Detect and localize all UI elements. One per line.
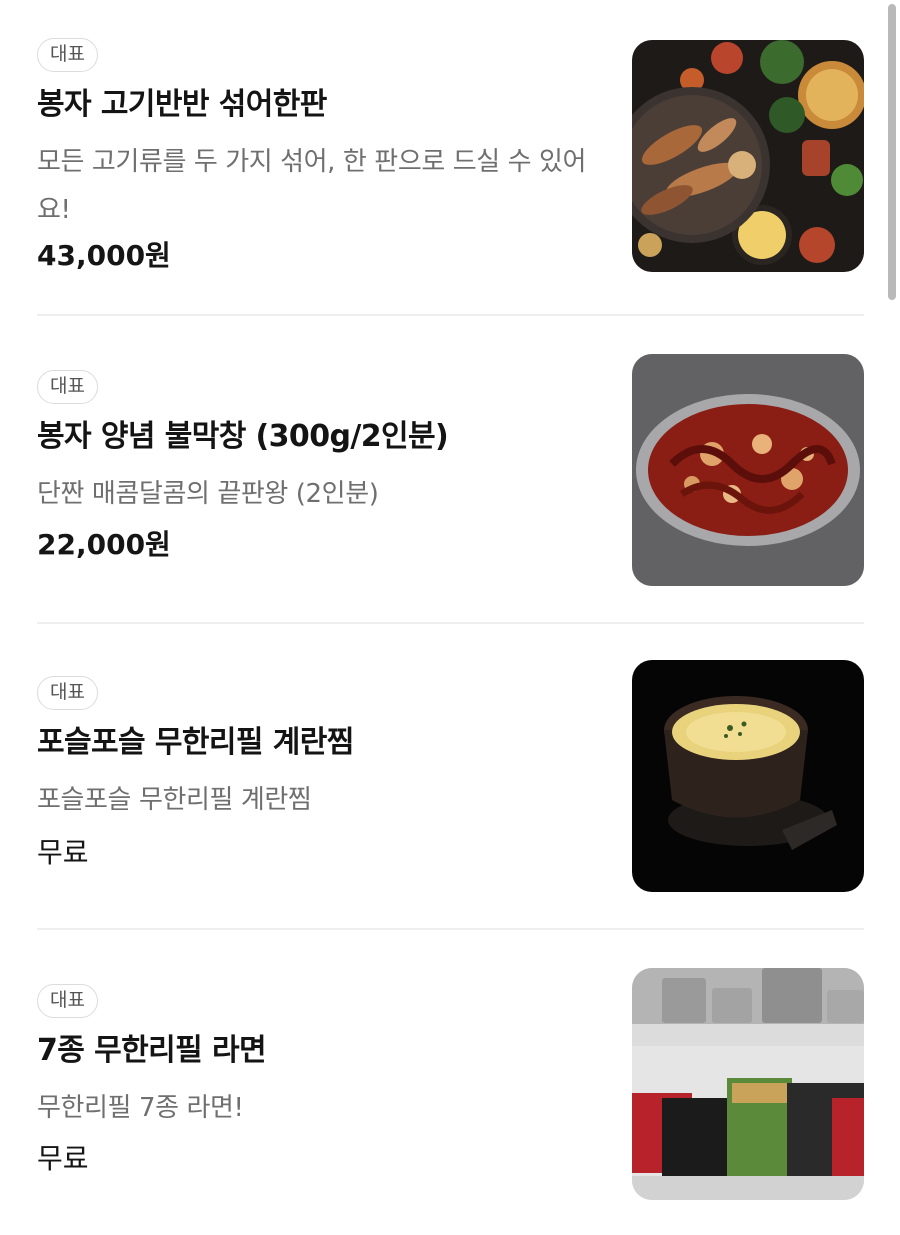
divider [37,928,864,930]
menu-item-name: 포슬포슬 무한리필 계란찜 [37,725,354,760]
ramen-shelf-illustration [632,968,864,1200]
menu-list: 대표 봉자 고기반반 섞어한판 모든 고기류를 두 가지 섞어, 한 판으로 드… [0,0,900,1235]
makchang-illustration [632,354,864,586]
signature-badge: 대표 [37,370,98,404]
divider [37,622,864,624]
menu-item-image-ramen-shelf[interactable] [632,968,864,1200]
scrollbar-thumb[interactable] [888,4,896,300]
scrollbar[interactable] [888,4,896,1231]
signature-badge: 대표 [37,676,98,710]
menu-item-price: 22,000원 [37,528,171,561]
menu-item-image-makchang[interactable] [632,354,864,586]
menu-item-price: 43,000원 [37,239,171,272]
menu-item-2[interactable]: 대표 봉자 양념 불막창 (300g/2인분) 단짠 매콤달콤의 끝판왕 (2인… [37,354,864,602]
menu-item-price: 무료 [37,1142,89,1175]
menu-item-name: 7종 무한리필 라면 [37,1033,267,1068]
steamed-egg-illustration [632,660,864,892]
menu-item-description: 포슬포슬 무한리필 계란찜 [37,785,312,815]
menu-item-price: 무료 [37,836,89,869]
meat-platter-illustration [632,40,864,272]
menu-item-1[interactable]: 대표 봉자 고기반반 섞어한판 모든 고기류를 두 가지 섞어, 한 판으로 드… [37,38,864,272]
menu-item-description: 단짠 매콤달콤의 끝판왕 (2인분) [37,479,379,509]
divider [37,314,864,316]
menu-item-description: 모든 고기류를 두 가지 섞어, 한 판으로 드실 수 있어요! [37,147,587,225]
signature-badge: 대표 [37,984,98,1018]
menu-item-description: 무한리필 7종 라면! [37,1093,244,1123]
menu-item-3[interactable]: 대표 포슬포슬 무한리필 계란찜 포슬포슬 무한리필 계란찜 무료 [37,660,864,908]
signature-badge: 대표 [37,38,98,72]
menu-item-image-meat-platter[interactable] [632,40,864,272]
menu-item-name: 봉자 양념 불막창 (300g/2인분) [37,419,449,454]
menu-item-image-steamed-egg[interactable] [632,660,864,892]
menu-item-4[interactable]: 대표 7종 무한리필 라면 무한리필 7종 라면! 무료 [37,968,864,1216]
menu-item-name: 봉자 고기반반 섞어한판 [37,87,327,122]
